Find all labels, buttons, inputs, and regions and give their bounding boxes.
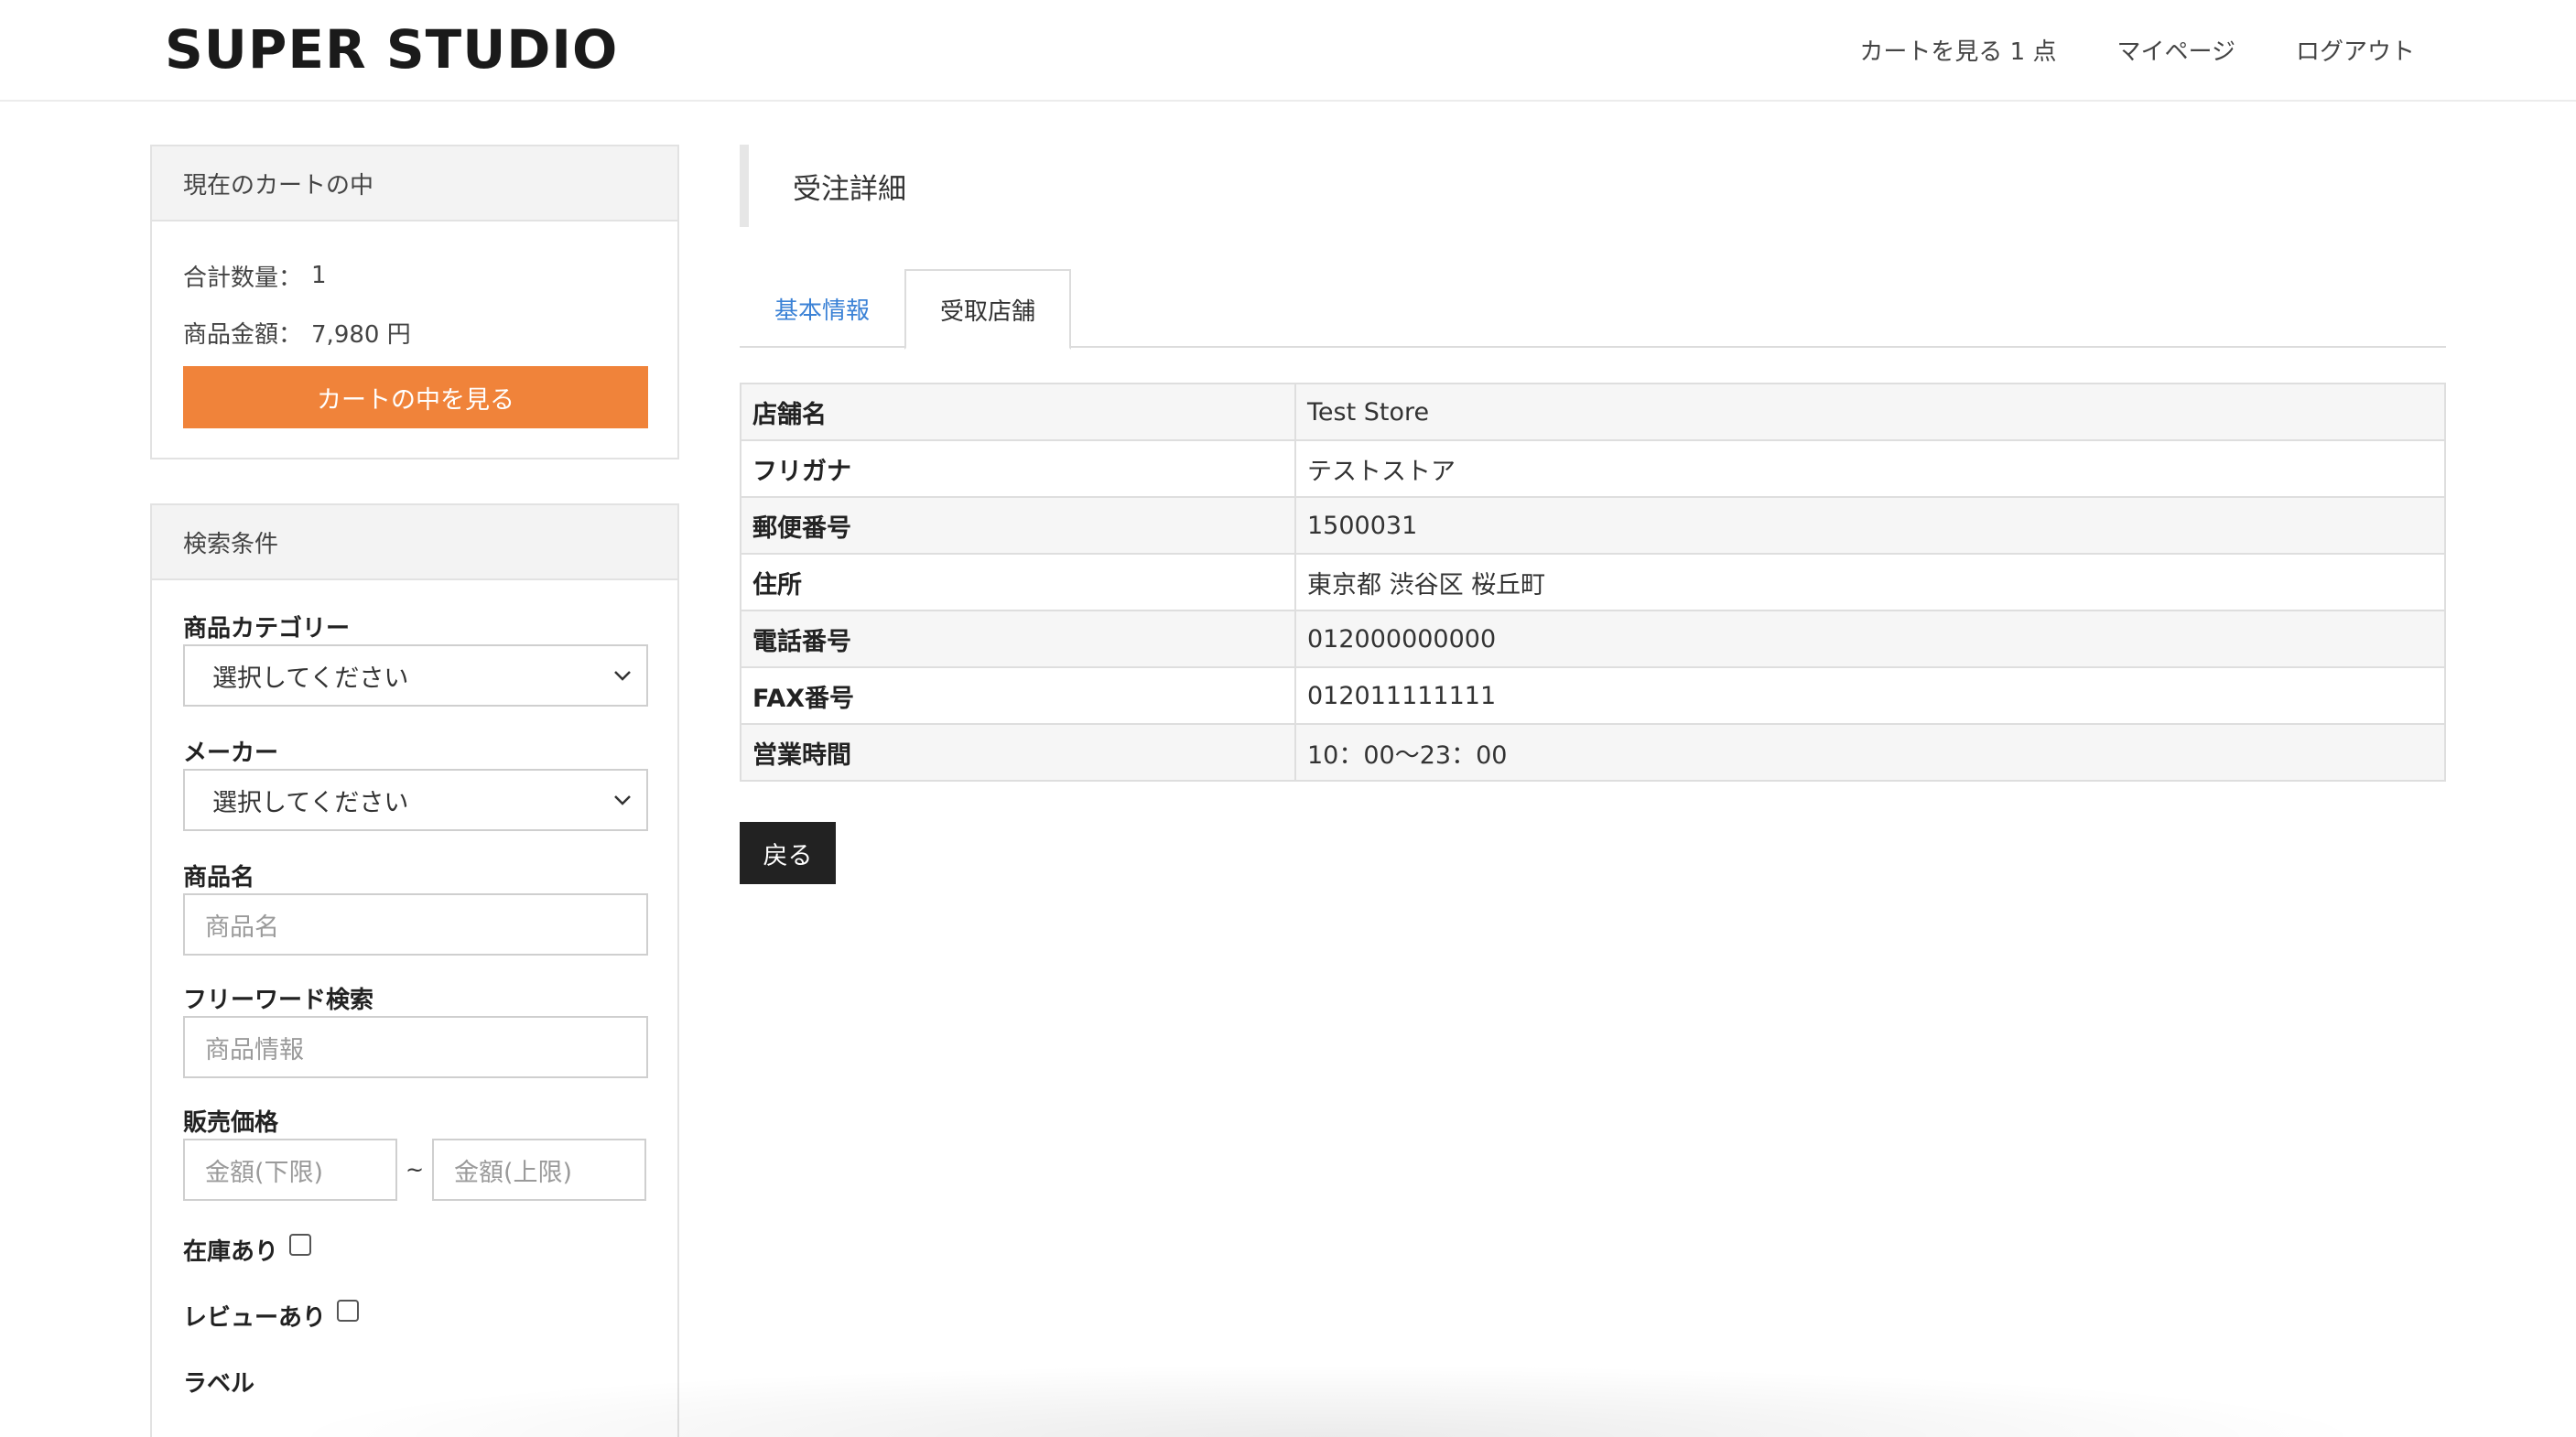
price-min-input[interactable]: 金額(下限) — [183, 1139, 397, 1201]
row-label: フリガナ — [740, 439, 1296, 498]
search-conditions-panel: 検索条件 商品カテゴリー 選択してください メーカー 選択してください 商品名 … — [150, 503, 679, 1437]
table-row: 住所 東京都 渋谷区 桜丘町 — [740, 553, 2446, 611]
table-row: 電話番号 012000000000 — [740, 610, 2446, 668]
freeword-input[interactable]: 商品情報 — [183, 1016, 648, 1078]
row-label: 電話番号 — [740, 610, 1296, 668]
site-logo[interactable]: SUPER STUDIO — [165, 18, 618, 81]
row-label: FAX番号 — [740, 666, 1296, 725]
cart-quantity-value: 1 — [311, 262, 327, 289]
product-name-label: 商品名 — [183, 863, 255, 891]
table-row: 営業時間 10：00〜23：00 — [740, 723, 2446, 782]
cart-panel-title: 現在のカートの中 — [152, 146, 677, 221]
maker-label: メーカー — [183, 739, 279, 767]
cart-amount-label: 商品金額： — [183, 320, 303, 349]
cart-summary-panel: 現在のカートの中 合計数量： 1 商品金額： 7,980 円 カートの中を見る — [150, 145, 679, 459]
view-cart-button[interactable]: カートの中を見る — [183, 366, 648, 428]
row-label: 店舗名 — [740, 383, 1296, 441]
chevron-down-icon — [610, 663, 635, 688]
chevron-down-icon — [610, 787, 635, 813]
tag-filter: ラベル — [183, 1353, 646, 1410]
price-range: 金額(下限) ~ 金額(上限) — [183, 1139, 646, 1201]
review-label: レビューあり — [183, 1303, 327, 1332]
back-button[interactable]: 戻る — [740, 822, 836, 884]
detail-tabs: 基本情報 受取店舗 — [740, 269, 2446, 350]
row-value: 012000000000 — [1294, 610, 2446, 668]
nav-cart-link[interactable]: カートを見る 1 点 — [1859, 33, 2056, 67]
category-select[interactable]: 選択してください — [183, 644, 648, 707]
row-label: 住所 — [740, 553, 1296, 611]
row-value: テストストア — [1294, 439, 2446, 498]
stock-label: 在庫あり — [183, 1237, 279, 1266]
row-label: 営業時間 — [740, 723, 1296, 782]
row-value: 10：00〜23：00 — [1294, 723, 2446, 782]
maker-select[interactable]: 選択してください — [183, 769, 648, 831]
table-row: FAX番号 012011111111 — [740, 666, 2446, 725]
tag-label: ラベル — [183, 1369, 255, 1398]
table-row: 郵便番号 1500031 — [740, 496, 2446, 555]
category-label: 商品カテゴリー — [183, 614, 351, 643]
price-separator: ~ — [405, 1157, 425, 1183]
site-header: SUPER STUDIO カートを見る 1 点 マイページ ログアウト — [0, 0, 2576, 102]
category-select-value: 選択してください — [212, 664, 409, 693]
table-row: フリガナ テストストア — [740, 439, 2446, 498]
row-value: 012011111111 — [1294, 666, 2446, 725]
row-value: 1500031 — [1294, 496, 2446, 555]
cart-quantity-label: 合計数量： — [183, 264, 303, 292]
row-label: 郵便番号 — [740, 496, 1296, 555]
row-value: 東京都 渋谷区 桜丘町 — [1294, 553, 2446, 611]
price-label: 販売価格 — [183, 1108, 279, 1137]
cart-quantity-row: 合計数量： 1 — [183, 247, 646, 304]
store-info-table: 店舗名 Test Store フリガナ テストストア 郵便番号 1500031 … — [740, 383, 2446, 782]
header-nav: カートを見る 1 点 マイページ ログアウト — [1859, 33, 2415, 67]
table-row: 店舗名 Test Store — [740, 383, 2446, 441]
review-checkbox[interactable] — [337, 1300, 360, 1322]
nav-logout-link[interactable]: ログアウト — [2296, 33, 2415, 67]
stock-filter: 在庫あり — [183, 1221, 646, 1278]
tab-pickup-store[interactable]: 受取店舗 — [904, 269, 1071, 350]
stock-checkbox[interactable] — [289, 1234, 312, 1256]
freeword-label: フリーワード検索 — [183, 986, 374, 1014]
maker-select-value: 選択してください — [212, 788, 409, 817]
product-name-input[interactable]: 商品名 — [183, 893, 648, 956]
page-title: 受注詳細 — [740, 145, 906, 227]
row-value: Test Store — [1294, 383, 2446, 441]
price-max-input[interactable]: 金額(上限) — [432, 1139, 646, 1201]
search-panel-title: 検索条件 — [152, 505, 677, 580]
cart-amount-row: 商品金額： 7,980 円 — [183, 304, 646, 361]
review-filter: レビューあり — [183, 1287, 646, 1344]
tab-basic-info[interactable]: 基本情報 — [740, 269, 904, 348]
cart-amount-value: 7,980 円 — [311, 320, 411, 349]
nav-mypage-link[interactable]: マイページ — [2117, 33, 2235, 67]
